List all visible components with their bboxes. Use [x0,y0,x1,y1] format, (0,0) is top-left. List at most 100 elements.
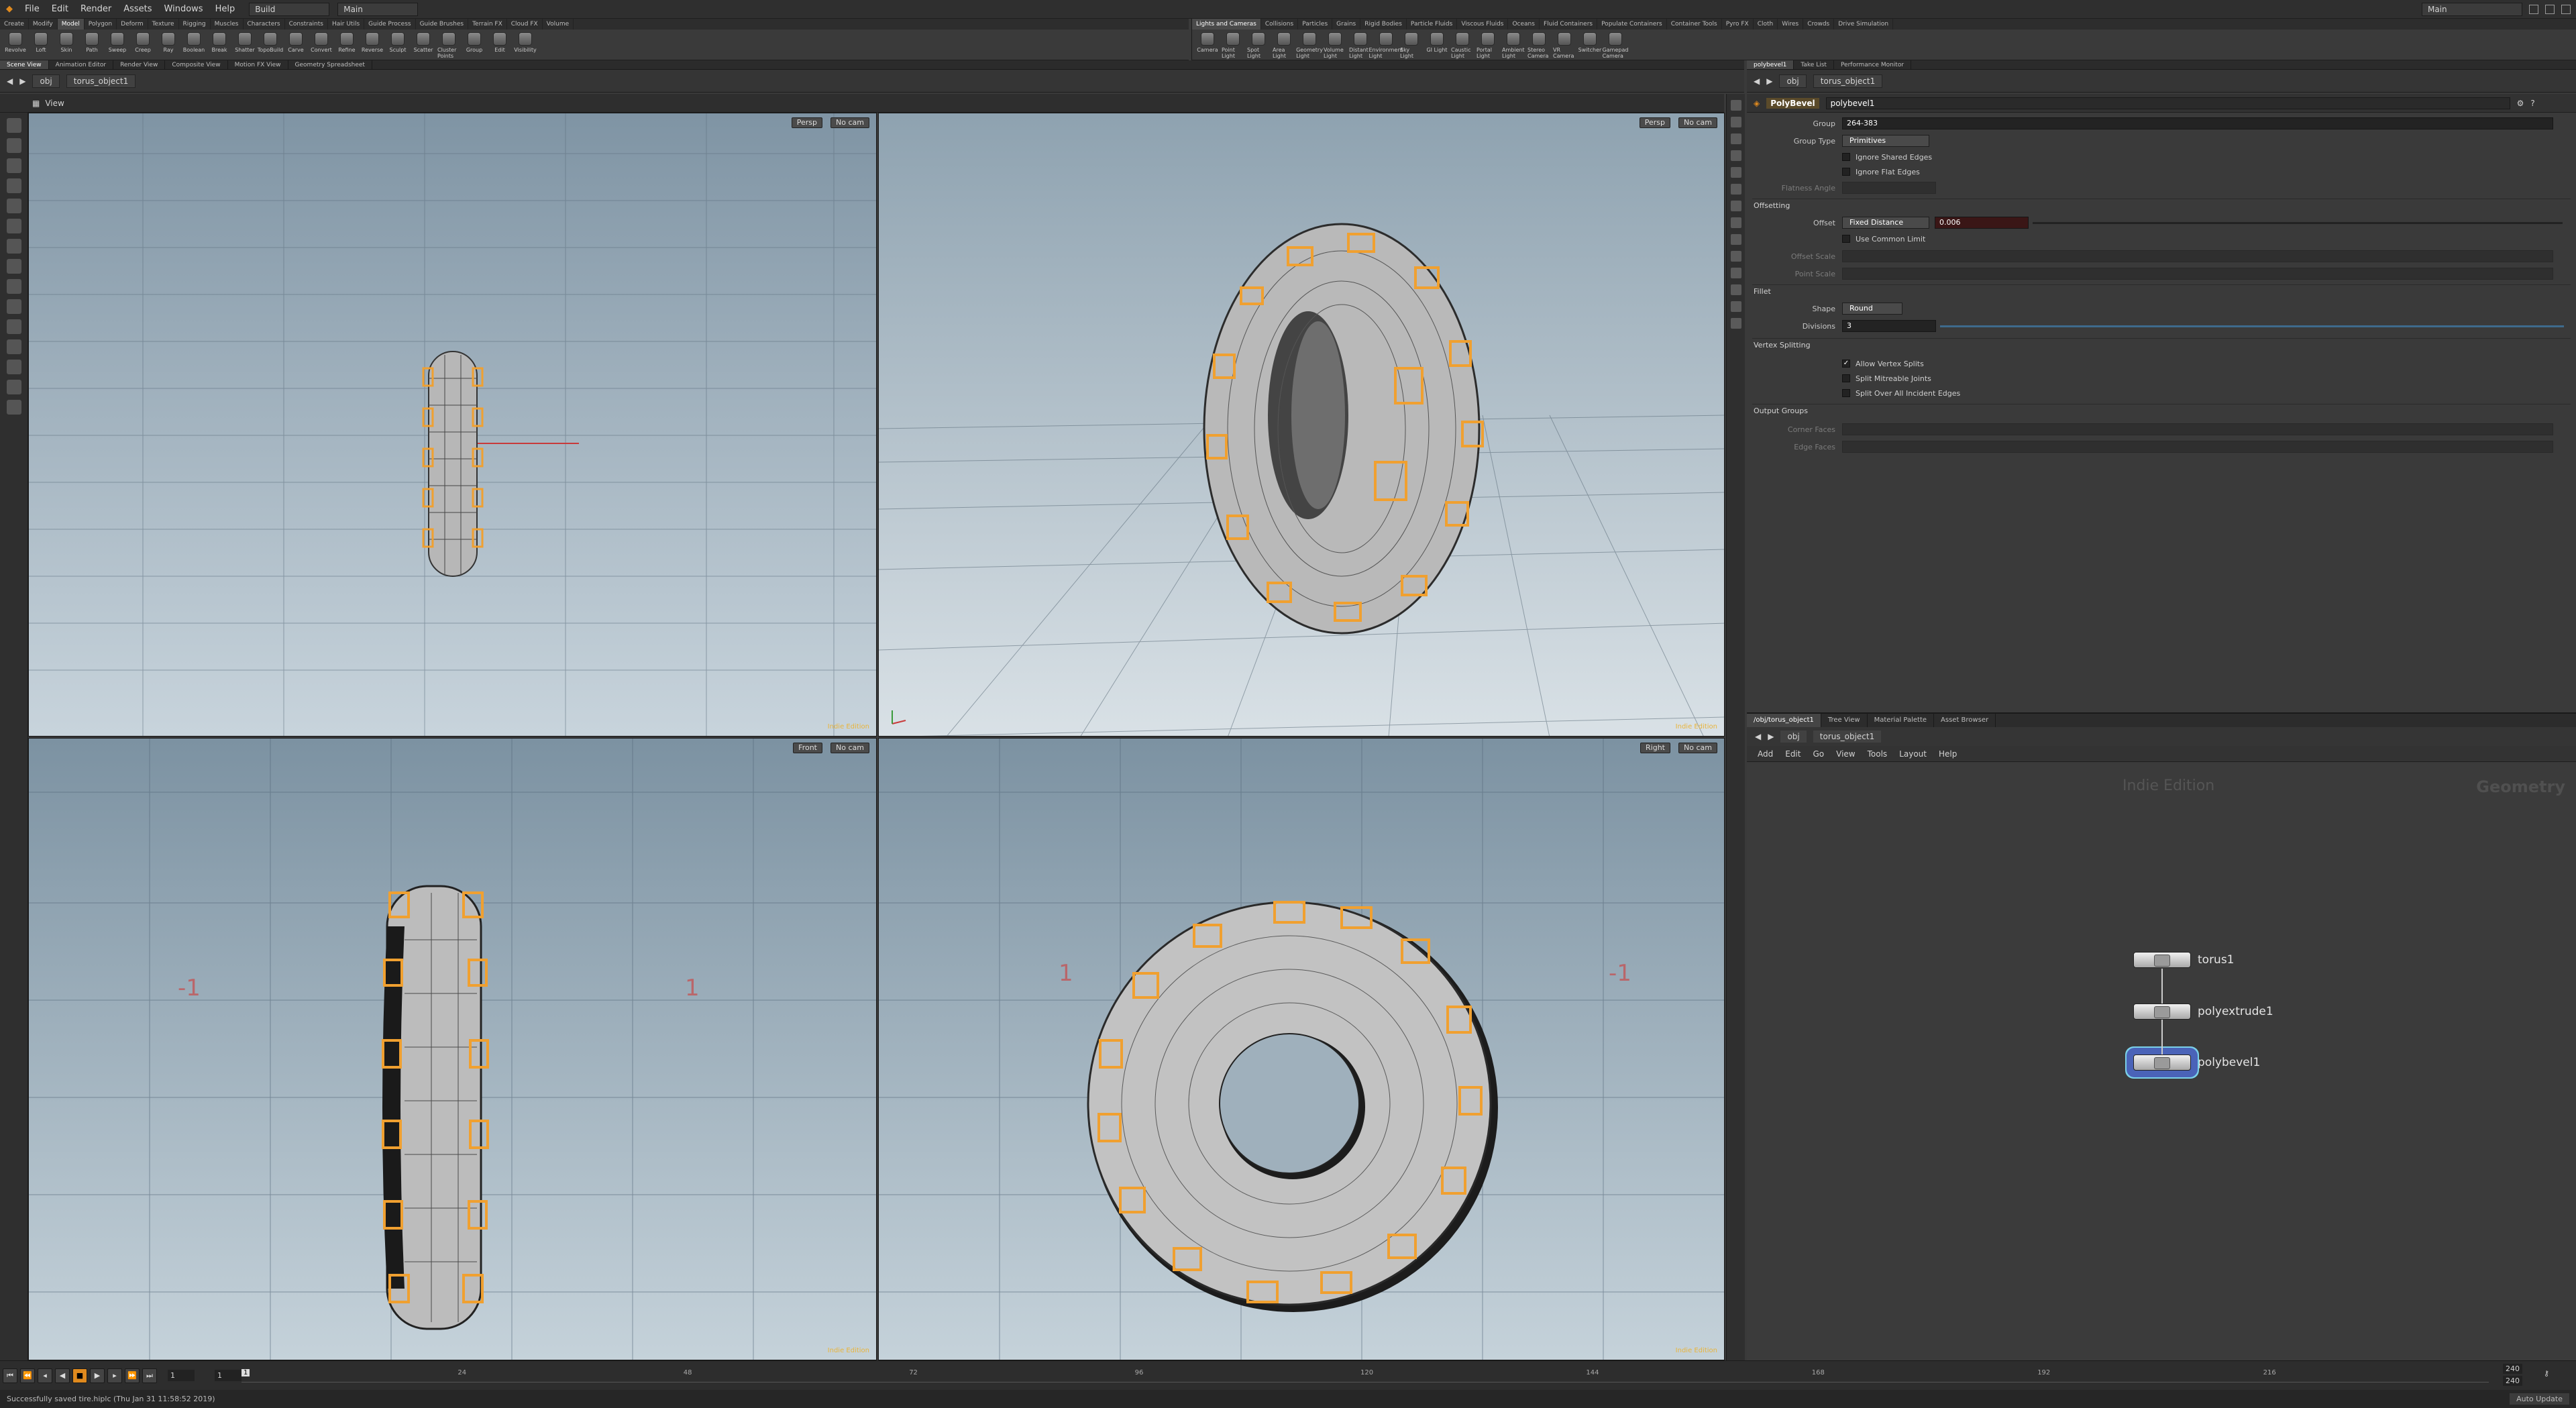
path-node[interactable]: torus_object1 [66,74,136,88]
tool-reverse[interactable]: Reverse [361,32,384,59]
move-tool-icon[interactable] [6,138,21,153]
net-menu-layout[interactable]: Layout [1899,749,1927,759]
houdini-logo-icon[interactable]: ◆ [0,4,19,14]
select-tool-icon[interactable] [6,118,21,133]
group-type-menu[interactable]: Primitives [1842,135,1929,147]
back-arrow-icon[interactable]: ◀ [7,76,13,86]
shelf-tab-collisions[interactable]: Collisions [1261,19,1299,30]
divisions-slider[interactable] [1940,325,2564,327]
net-menu-add[interactable]: Add [1758,749,1773,759]
tool-path[interactable]: Path [80,32,103,59]
back-arrow-icon[interactable]: ◀ [1755,732,1761,741]
tab-take-list[interactable]: Take List [1794,60,1834,69]
camera-menu[interactable]: No cam [1678,117,1717,128]
net-menu-edit[interactable]: Edit [1785,749,1801,759]
timeline-ruler[interactable]: 1 24 48 72 96 120 144 168 192 216 [241,1369,2489,1383]
shelf-tab-grains[interactable]: Grains [1332,19,1361,30]
tool-caustic-light[interactable]: Caustic Light [1451,32,1474,59]
tool-spot-light[interactable]: Spot Light [1247,32,1270,59]
desktop-selector[interactable]: Build [249,2,330,16]
key-icon[interactable]: ⚷ [2544,1369,2549,1378]
points-icon[interactable] [1730,217,1741,228]
display-icon[interactable] [1730,100,1741,111]
close-icon[interactable] [2561,4,2571,14]
shelf-tab-viscous-fluids[interactable]: Viscous Fluids [1457,19,1509,30]
tool-group[interactable]: Group [463,32,486,59]
scale-tool-icon[interactable] [6,178,21,193]
forward-arrow-icon[interactable]: ▶ [19,76,25,86]
shelf-tab-create[interactable]: Create [0,19,29,30]
jump-start-icon[interactable]: ⏮ [3,1368,17,1383]
tab-obj-torus-object1[interactable]: /obj/torus_object1 [1747,714,1821,727]
shelf-tab-fluid-containers[interactable]: Fluid Containers [1540,19,1598,30]
camera-menu[interactable]: No cam [830,117,869,128]
minimize-icon[interactable] [2529,4,2538,14]
path-node[interactable]: torus_object1 [1813,730,1882,743]
shelf-tab-constraints[interactable]: Constraints [285,19,328,30]
shelf-tab-crowds[interactable]: Crowds [1803,19,1835,30]
tool-portal-light[interactable]: Portal Light [1477,32,1499,59]
shelf-tab-wires[interactable]: Wires [1778,19,1804,30]
shelf-tab-container-tools[interactable]: Container Tools [1667,19,1722,30]
tool-sky-light[interactable]: Sky Light [1400,32,1423,59]
shelf-tab-populate-containers[interactable]: Populate Containers [1597,19,1667,30]
end-frame-field[interactable]: 240 [2503,1364,2522,1374]
edge-select-icon[interactable] [6,319,21,334]
backface-icon[interactable] [1730,234,1741,245]
viewport-front[interactable]: -1 1 Front No cam Indie Edition [28,738,877,1360]
tab-polybevel1[interactable]: polybevel1 [1747,60,1794,69]
tool-break[interactable]: Break [208,32,231,59]
shelf-tab-particle-fluids[interactable]: Particle Fluids [1407,19,1458,30]
start-frame-field[interactable]: 1 [215,1370,241,1381]
update-mode-menu[interactable]: Auto Update [2510,1393,2569,1405]
tool-loft[interactable]: Loft [30,32,52,59]
net-menu-tools[interactable]: Tools [1868,749,1888,759]
offset-scale-field[interactable] [1842,250,2553,262]
tool-gamepad-camera[interactable]: Gamepad Camera [1603,32,1628,59]
tool-ray[interactable]: Ray [157,32,180,59]
tool-boolean[interactable]: Boolean [182,32,205,59]
tab-performance-monitor[interactable]: Performance Monitor [1834,60,1912,69]
point-select-icon[interactable] [6,299,21,314]
ghost-icon[interactable] [1730,268,1741,278]
play-icon[interactable]: ▶ [90,1368,105,1383]
menu-assets[interactable]: Assets [117,4,158,14]
camera-menu[interactable]: No cam [830,743,869,753]
tool-visibility[interactable]: Visibility [514,32,537,59]
tab-material-palette[interactable]: Material Palette [1868,714,1935,727]
net-menu-view[interactable]: View [1836,749,1855,759]
snap-tool-icon[interactable] [6,259,21,274]
shelf-tab-lights-and-cameras[interactable]: Lights and Cameras [1192,19,1261,30]
end-frame-field-2[interactable]: 240 [2503,1376,2522,1386]
menu-windows[interactable]: Windows [158,4,209,14]
flatness-field[interactable] [1842,182,1936,194]
maximize-icon[interactable] [2545,4,2555,14]
shelf-tab-guide-process[interactable]: Guide Process [364,19,416,30]
template-icon[interactable] [1730,251,1741,262]
tool-point-light[interactable]: Point Light [1222,32,1244,59]
shelf-tab-muscles[interactable]: Muscles [211,19,244,30]
tab-animation-editor[interactable]: Animation Editor [49,60,114,69]
node-name-field[interactable]: polybevel1 [1825,97,2510,109]
lights-icon[interactable] [1730,167,1741,178]
step-forward-icon[interactable]: ⏩ [125,1368,140,1383]
step-back-icon[interactable]: ⏪ [20,1368,35,1383]
view-type-menu[interactable]: Persp [1639,117,1670,128]
tab-scene-view[interactable]: Scene View [0,60,49,69]
visualizer-icon[interactable] [1730,318,1741,329]
stop-icon[interactable]: ■ [72,1368,87,1383]
primitive-select-icon[interactable] [6,279,21,294]
paint-select-icon[interactable] [6,400,21,415]
path-root[interactable]: obj [1779,74,1807,88]
view-type-menu[interactable]: Persp [791,117,822,128]
prev-key-icon[interactable]: ◂ [38,1368,52,1383]
forward-arrow-icon[interactable]: ▶ [1768,732,1774,741]
shelf-tab-pyro-fx[interactable]: Pyro FX [1722,19,1754,30]
jump-end-icon[interactable]: ⏭ [142,1368,157,1383]
camera-menu[interactable]: No cam [1678,743,1717,753]
tool-cluster-points[interactable]: Cluster Points [437,32,460,59]
offset-field[interactable]: 0.006 [1935,217,2029,229]
path-root[interactable]: obj [1780,730,1807,743]
tool-sculpt[interactable]: Sculpt [386,32,409,59]
torus-node-icon[interactable] [2133,952,2191,968]
